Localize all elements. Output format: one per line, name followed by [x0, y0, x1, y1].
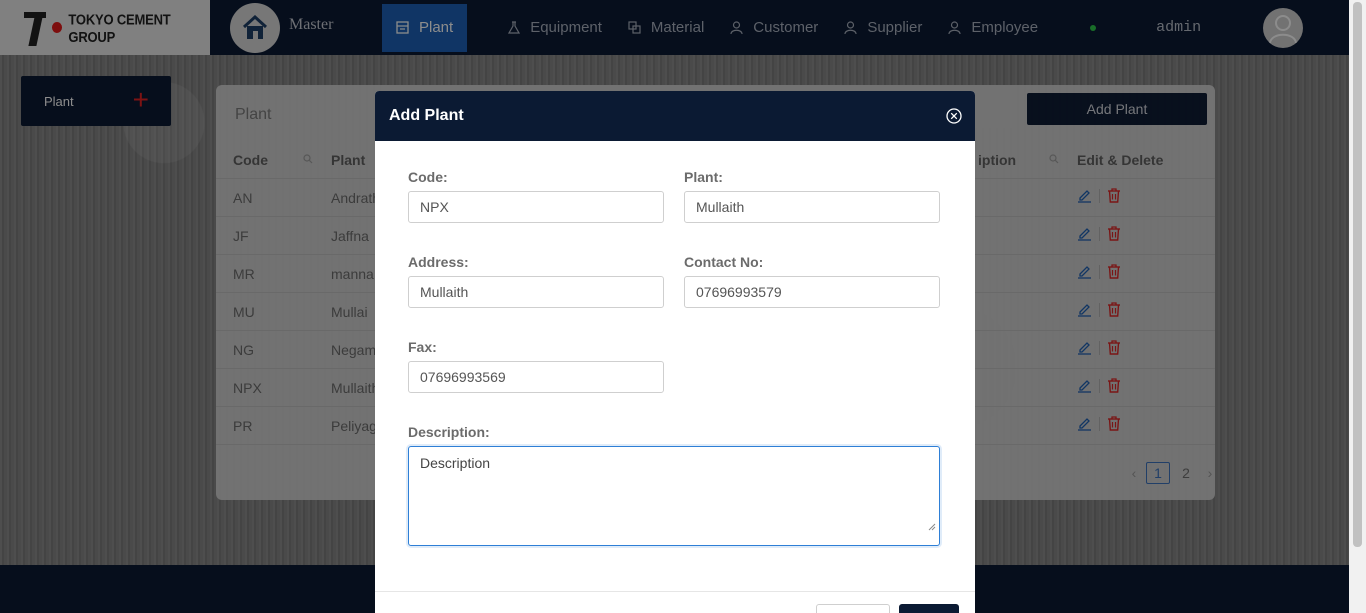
modal-title: Add Plant — [389, 107, 464, 124]
fax-field-group: Fax: — [408, 339, 664, 393]
fax-label: Fax: — [408, 339, 437, 355]
code-field-group: Code: — [408, 169, 664, 223]
close-icon[interactable] — [946, 108, 962, 124]
contact-label: Contact No: — [684, 254, 764, 270]
plant-field-group: Plant: — [684, 169, 940, 223]
plant-input[interactable] — [684, 191, 940, 223]
save-button[interactable] — [899, 604, 959, 613]
contact-field-group: Contact No: — [684, 254, 940, 308]
plant-label: Plant: — [684, 169, 723, 185]
description-label: Description: — [408, 424, 490, 440]
description-textarea[interactable]: Description — [408, 446, 940, 546]
add-plant-form: Code: Plant: Address: Contact No: Fax: D… — [375, 141, 975, 591]
description-field-group: Description: Description — [408, 424, 940, 546]
add-plant-modal: Add Plant Code: Plant: Address: Contact … — [375, 91, 975, 613]
code-label: Code: — [408, 169, 448, 185]
code-input[interactable] — [408, 191, 664, 223]
fax-input[interactable] — [408, 361, 664, 393]
contact-input[interactable] — [684, 276, 940, 308]
resize-handle-icon[interactable] — [928, 523, 936, 531]
cancel-button[interactable] — [816, 604, 890, 613]
address-label: Address: — [408, 254, 469, 270]
address-field-group: Address: — [408, 254, 664, 308]
modal-footer — [375, 591, 975, 613]
address-input[interactable] — [408, 276, 664, 308]
scrollbar-thumb[interactable] — [1353, 2, 1362, 547]
page-scrollbar[interactable] — [1349, 0, 1366, 613]
modal-header: Add Plant — [375, 91, 975, 141]
